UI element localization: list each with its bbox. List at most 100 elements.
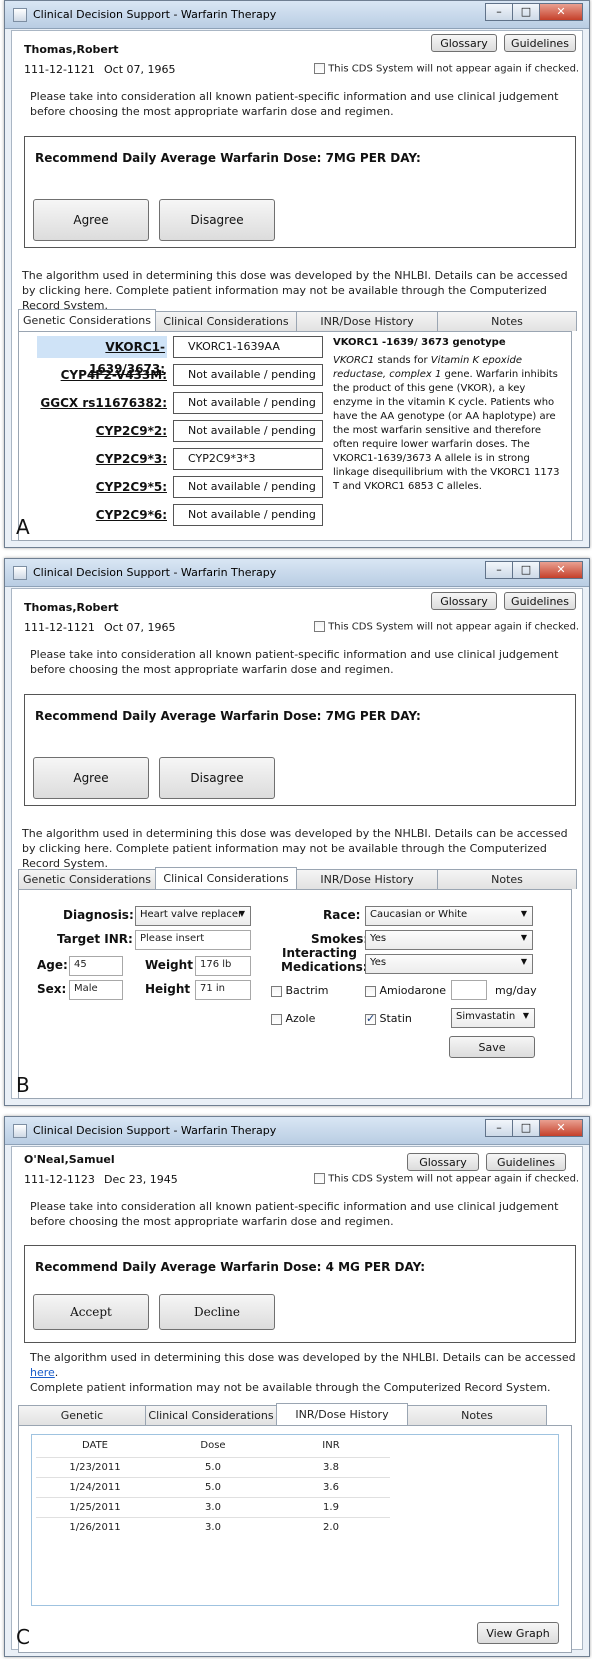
- amiodarone-checkbox[interactable]: [365, 985, 376, 997]
- azole-checkbox[interactable]: [271, 1013, 282, 1025]
- race-select[interactable]: Caucasian or White ▼: [365, 906, 533, 926]
- app-icon: [13, 8, 27, 22]
- maximize-button[interactable]: □: [512, 1119, 540, 1137]
- table-row[interactable]: 1/24/2011 5.0 3.6: [36, 1476, 390, 1497]
- weight-label: Weight: [145, 958, 193, 972]
- dropdown-arrow-icon: ▼: [520, 957, 527, 966]
- diagnosis-label: Diagnosis:: [63, 908, 134, 922]
- cds-opt-out-checkbox[interactable]: [314, 1173, 325, 1184]
- gene-value-cyp4f2: Not available / pending: [173, 364, 323, 386]
- decline-button[interactable]: Decline: [159, 1294, 275, 1330]
- column-header-dose[interactable]: Dose: [154, 1435, 272, 1457]
- tab-clinical[interactable]: Clinical Considerations: [155, 867, 297, 889]
- tab-clinical[interactable]: Clinical Considerations: [155, 311, 297, 331]
- race-label: Race:: [323, 908, 361, 922]
- consideration-text: Please take into consideration all known…: [30, 90, 559, 118]
- minimize-button[interactable]: –: [485, 561, 513, 579]
- column-header-date[interactable]: DATE: [36, 1435, 154, 1457]
- table-row[interactable]: 1/23/2011 5.0 3.8: [36, 1456, 390, 1477]
- smokes-select[interactable]: Yes ▼: [365, 930, 533, 950]
- save-button[interactable]: Save: [449, 1036, 535, 1058]
- title-bar[interactable]: Clinical Decision Support - Warfarin The…: [5, 1, 589, 29]
- tab-genetic[interactable]: Genetic Considerations: [18, 869, 156, 889]
- patient-name: Thomas,Robert: [24, 43, 119, 56]
- gene-value-vkorc1: VKORC1-1639AA: [173, 336, 323, 358]
- tab-inr-history[interactable]: INR/Dose History: [296, 311, 438, 331]
- agree-button[interactable]: Agree: [33, 199, 149, 241]
- disagree-button[interactable]: Disagree: [159, 757, 275, 799]
- glossary-button[interactable]: Glossary: [431, 592, 497, 610]
- inr-cell: 3.8: [272, 1456, 390, 1477]
- inr-cell: 3.6: [272, 1476, 390, 1497]
- glossary-button[interactable]: Glossary: [431, 34, 497, 52]
- bactrim-label: Bactrim: [285, 984, 329, 997]
- tab-genetic[interactable]: Genetic Considerations: [18, 309, 156, 331]
- age-input[interactable]: 45: [69, 956, 123, 976]
- tab-genetic[interactable]: Genetic Considerations: [18, 1405, 146, 1441]
- minimize-button[interactable]: –: [485, 1119, 513, 1137]
- target-inr-input[interactable]: Please insert: [135, 930, 251, 950]
- cds-opt-out-checkbox[interactable]: [314, 63, 325, 74]
- patient-id: 111-12-1121: [24, 63, 95, 76]
- tab-notes[interactable]: Notes: [437, 869, 577, 889]
- inr-cell: 2.0: [272, 1516, 390, 1537]
- accept-button[interactable]: Accept: [33, 1294, 149, 1330]
- height-input[interactable]: 71 in: [195, 980, 251, 1000]
- disagree-button[interactable]: Disagree: [159, 199, 275, 241]
- title-bar[interactable]: Clinical Decision Support - Warfarin The…: [5, 559, 589, 587]
- amiodarone-dose-input[interactable]: [451, 980, 487, 1000]
- cds-opt-out-checkbox[interactable]: [314, 621, 325, 632]
- statin-select[interactable]: Simvastatin ▼: [451, 1008, 535, 1028]
- interacting-select[interactable]: Yes ▼: [365, 954, 533, 974]
- view-graph-button[interactable]: View Graph: [477, 1622, 559, 1644]
- gene-label-cyp2c9-3[interactable]: CYP2C9*3:: [37, 452, 167, 466]
- panel-letter-b: B: [16, 1073, 30, 1097]
- patient-id: 111-12-1123: [24, 1173, 95, 1186]
- close-button[interactable]: ✕: [539, 1119, 583, 1137]
- date-cell: 1/23/2011: [36, 1456, 154, 1477]
- gene-label-cyp2c9-2[interactable]: CYP2C9*2:: [37, 424, 167, 438]
- table-row[interactable]: 1/25/2011 3.0 1.9: [36, 1496, 390, 1517]
- close-button[interactable]: ✕: [539, 3, 583, 21]
- gene-label-ggcx[interactable]: GGCX rs11676382:: [37, 396, 167, 410]
- dropdown-arrow-icon: ▼: [520, 909, 527, 918]
- gene-label-vkorc1[interactable]: VKORC1-1639/3673:: [37, 336, 167, 376]
- here-link[interactable]: here: [30, 1366, 55, 1379]
- tab-clinical[interactable]: Clinical Considerations: [145, 1405, 277, 1425]
- dose-cell: 3.0: [154, 1516, 272, 1537]
- table-row[interactable]: 1/26/2011 3.0 2.0: [36, 1516, 390, 1537]
- tab-bar: Genetic Considerations Clinical Consider…: [18, 867, 577, 889]
- interacting-label: Interacting Medications:: [281, 946, 368, 974]
- recommendation-box: Recommend Daily Average Warfarin Dose: 7…: [24, 136, 576, 248]
- gene-label-cyp4f2[interactable]: CYP4F2-V433M:: [37, 368, 167, 382]
- dropdown-arrow-icon: ▼: [522, 1011, 529, 1020]
- title-bar[interactable]: Clinical Decision Support - Warfarin The…: [5, 1117, 589, 1145]
- close-button[interactable]: ✕: [539, 561, 583, 579]
- statin-checkbox[interactable]: [365, 1012, 376, 1025]
- gene-label-cyp2c9-6[interactable]: CYP2C9*6:: [37, 508, 167, 522]
- recommendation-text: Recommend Daily Average Warfarin Dose: 7…: [35, 151, 421, 165]
- minimize-button[interactable]: –: [485, 3, 513, 21]
- tab-notes[interactable]: Notes: [437, 311, 577, 331]
- weight-input[interactable]: 176 lb: [195, 956, 251, 976]
- consideration-text: Please take into consideration all known…: [30, 1200, 559, 1228]
- date-cell: 1/26/2011: [36, 1516, 154, 1537]
- bactrim-checkbox[interactable]: [271, 985, 282, 997]
- agree-button[interactable]: Agree: [33, 757, 149, 799]
- guidelines-button[interactable]: Guidelines: [504, 34, 576, 52]
- tab-inr-history[interactable]: INR/Dose History: [296, 869, 438, 889]
- maximize-button[interactable]: □: [512, 3, 540, 21]
- diagnosis-select[interactable]: Heart valve replacer ▼: [135, 906, 251, 926]
- maximize-button[interactable]: □: [512, 561, 540, 579]
- guidelines-button[interactable]: Guidelines: [486, 1153, 566, 1171]
- recommendation-box: Recommend Daily Average Warfarin Dose: 4…: [24, 1245, 576, 1343]
- smokes-label: Smokes:: [311, 932, 369, 946]
- interacting-value: Yes: [370, 957, 387, 968]
- gene-label-cyp2c9-5[interactable]: CYP2C9*5:: [37, 480, 167, 494]
- tab-notes[interactable]: Notes: [407, 1405, 547, 1425]
- glossary-button[interactable]: Glossary: [407, 1153, 479, 1171]
- sex-input[interactable]: Male: [69, 980, 123, 1000]
- guidelines-button[interactable]: Guidelines: [504, 592, 576, 610]
- tab-inr-history[interactable]: INR/Dose History: [276, 1403, 408, 1425]
- column-header-inr[interactable]: INR: [272, 1435, 390, 1457]
